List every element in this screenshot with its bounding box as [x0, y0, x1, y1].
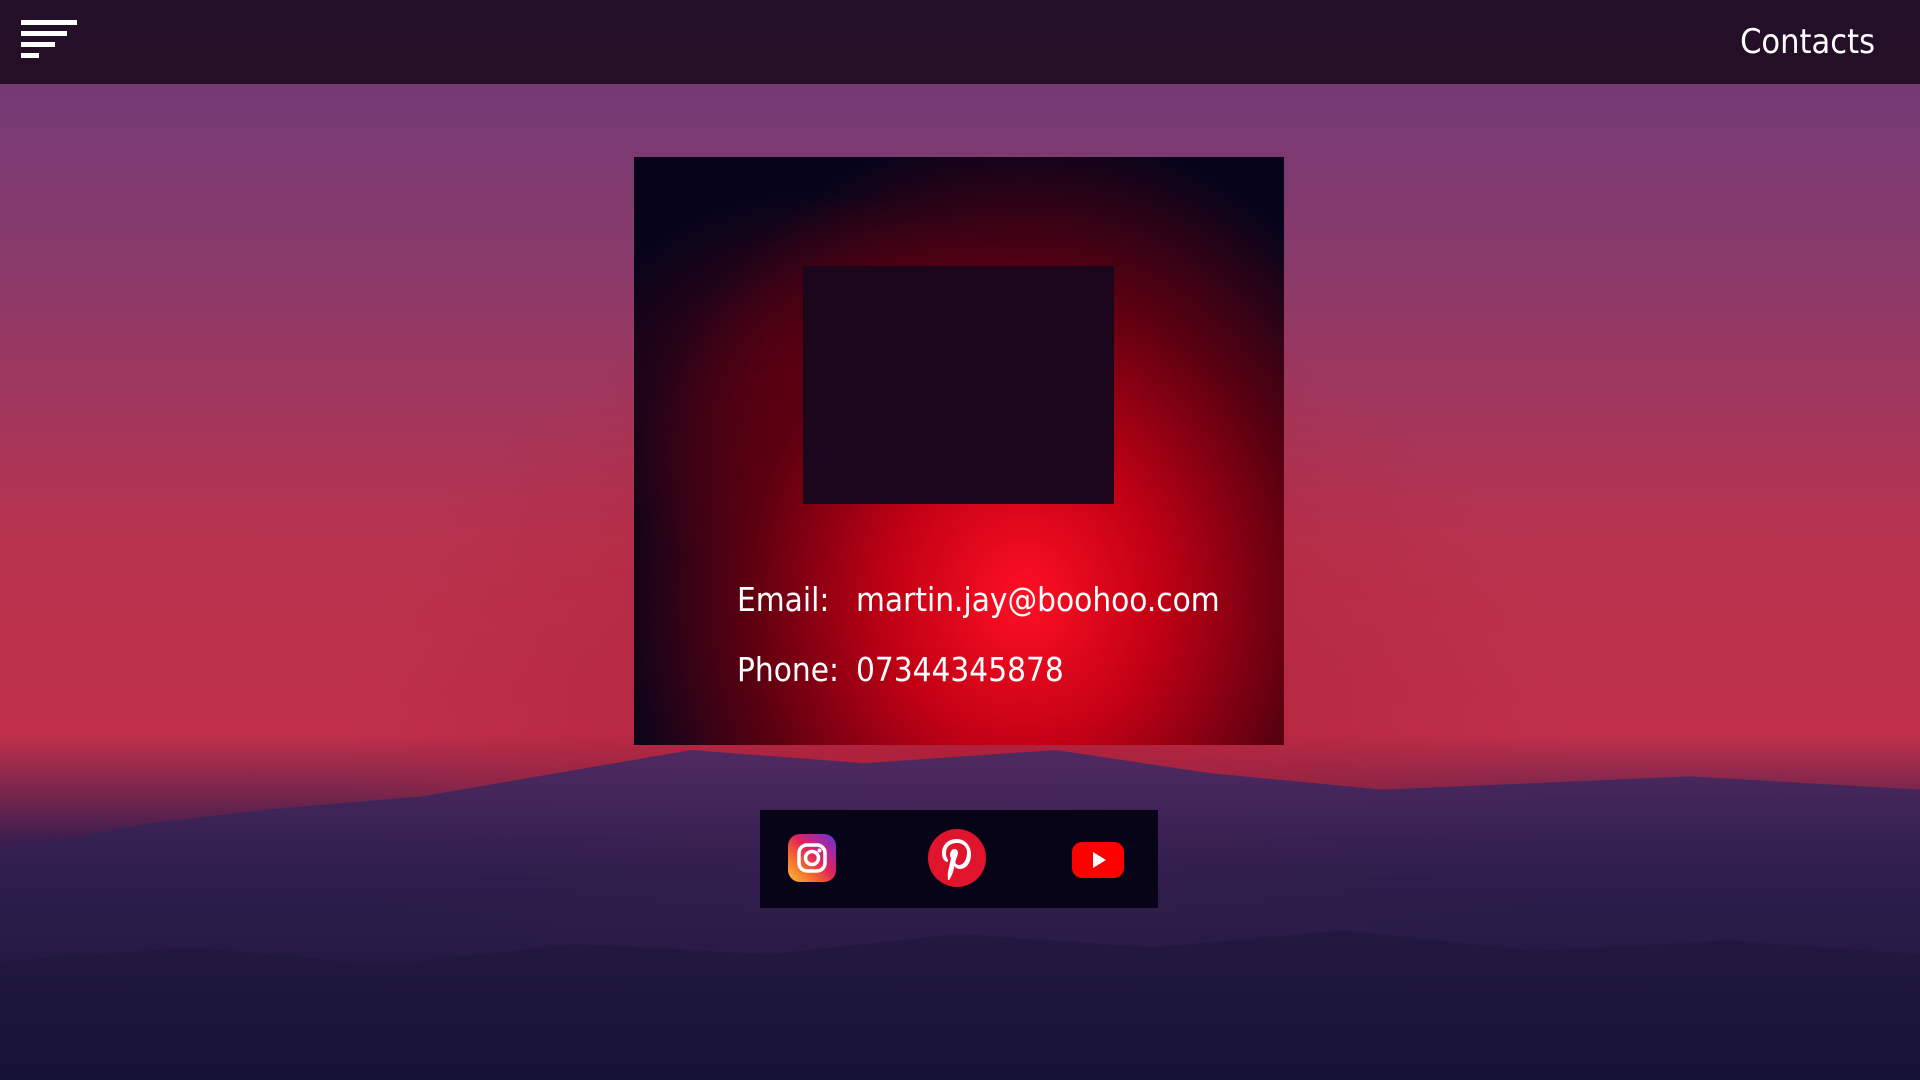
email-value[interactable]: martin.jay@boohoo.com — [856, 580, 1220, 619]
pinterest-icon[interactable] — [928, 829, 986, 887]
top-bar: Contacts — [0, 0, 1920, 84]
youtube-icon[interactable] — [1072, 842, 1124, 878]
social-links — [760, 810, 1158, 908]
phone-row: Phone: 07344345878 — [737, 650, 1064, 689]
instagram-icon[interactable] — [788, 834, 836, 882]
profile-photo — [803, 266, 1114, 504]
email-row: Email: martin.jay@boohoo.com — [737, 580, 1220, 619]
phone-value[interactable]: 07344345878 — [856, 650, 1064, 689]
contact-card: Email: martin.jay@boohoo.com Phone: 0734… — [634, 157, 1284, 745]
hamburger-menu-icon[interactable] — [21, 20, 77, 58]
email-label: Email: — [737, 580, 830, 619]
phone-label: Phone: — [737, 650, 839, 689]
page-title: Contacts — [1740, 22, 1875, 62]
